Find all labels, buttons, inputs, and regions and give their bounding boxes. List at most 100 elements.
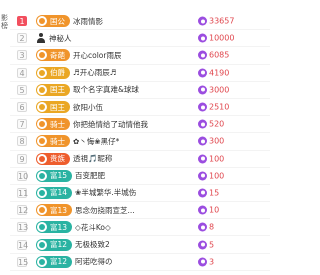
ranking-row[interactable]: 6 国王 欲阳小伍 2510: [10, 99, 270, 117]
score: 33657: [198, 16, 234, 26]
badge-orb-icon: [37, 222, 47, 233]
badge-orb-icon: [37, 170, 47, 181]
badge-orb-icon: [37, 205, 47, 216]
score-value: 520: [209, 119, 225, 129]
score: 100: [198, 171, 225, 181]
user-name[interactable]: 神秘人: [49, 33, 72, 44]
score: 5: [198, 240, 215, 250]
score: 3: [198, 257, 214, 267]
user-name[interactable]: 开心color雨辰: [73, 50, 121, 61]
level-badge: 贵族: [36, 152, 70, 165]
ranking-list: 1 国公 冰雨情影 33657 2 神秘人 10000 3 奇葩 开心color雨辰 6085 4 伯爵…: [10, 13, 270, 271]
score: 4190: [198, 68, 230, 78]
badge-orb-icon: [37, 67, 47, 78]
rank-number: 2: [17, 33, 27, 44]
user-name[interactable]: 你把绝情给了动情他我: [73, 119, 148, 130]
badge-label: 富13: [50, 222, 68, 232]
coin-icon: [198, 33, 207, 43]
ranking-row[interactable]: 11 富14 ❀半城繁华.半城伤 15: [10, 185, 270, 203]
level-badge: 富15: [36, 169, 73, 182]
coin-icon: [198, 188, 207, 198]
score-value: 10000: [209, 33, 235, 43]
score: 3000: [198, 85, 229, 95]
ranking-row[interactable]: 3 奇葩 开心color雨辰 6085: [10, 47, 270, 65]
badge-label: 伯爵: [50, 68, 65, 78]
badge-label: 奇葩: [50, 50, 65, 60]
user-name[interactable]: 无极极致2: [75, 239, 110, 250]
user-name[interactable]: 取个名字真难&球球: [73, 84, 139, 95]
badge-label: 骑士: [50, 119, 65, 129]
score: 520: [198, 119, 225, 129]
user-name[interactable]: ❀半城繁华.半城伤: [75, 187, 136, 198]
ranking-row[interactable]: 4 伯爵 ♬开心雨辰♬ 4190: [10, 65, 270, 82]
badge-label: 国王: [50, 85, 65, 95]
user-name[interactable]: 思念勿挠雨宣芝...: [75, 205, 135, 216]
score: 6085: [198, 50, 229, 60]
user-name[interactable]: ♬开心雨辰♬: [73, 67, 116, 78]
badge-label: 国公: [50, 16, 65, 26]
level-badge: 国公: [36, 15, 70, 28]
level-badge: 富14: [36, 186, 73, 199]
user-name[interactable]: ◇花斗Ko◇: [75, 222, 111, 233]
ranking-side-label: 影 榜: [0, 14, 9, 30]
level-badge: 奇葩: [36, 49, 70, 62]
coin-icon: [198, 50, 207, 60]
user-name[interactable]: ✿丶悔❀黑仔*: [73, 136, 119, 147]
coin-icon: [198, 171, 207, 181]
user-name[interactable]: 百变肥肥: [75, 170, 105, 181]
badge-orb-icon: [37, 119, 47, 130]
rank-number: 1: [17, 16, 27, 27]
ranking-row[interactable]: 14 富12 无极极致2 5: [10, 236, 270, 254]
badge-orb-icon: [37, 136, 47, 147]
score: 2510: [198, 102, 229, 112]
badge-label: 富14: [50, 188, 68, 198]
score-value: 100: [209, 171, 225, 181]
ranking-row[interactable]: 8 骑士 ✿丶悔❀黑仔* 300: [10, 133, 270, 151]
score: 100: [198, 154, 225, 164]
coin-icon: [198, 16, 207, 26]
badge-label: 骑士: [50, 136, 65, 146]
badge-label: 富13: [50, 205, 68, 215]
score: 10000: [198, 33, 235, 43]
score: 15: [198, 188, 220, 198]
score-value: 8: [209, 222, 215, 232]
score-value: 4190: [209, 68, 230, 78]
badge-orb-icon: [37, 84, 47, 95]
badge-orb-icon: [37, 16, 47, 27]
ranking-row[interactable]: 2 神秘人 10000: [10, 30, 270, 48]
level-badge: 富12: [36, 255, 73, 268]
side-label-char: 影: [1, 14, 8, 22]
score-value: 300: [209, 136, 225, 146]
coin-icon: [198, 68, 207, 78]
user-name[interactable]: 透視🎵昵称: [73, 153, 112, 164]
rank-number: 13: [17, 222, 29, 233]
user-name[interactable]: 冰雨情影: [73, 16, 103, 27]
ranking-row[interactable]: 12 富13 思念勿挠雨宣芝... 10: [10, 202, 270, 220]
coin-icon: [198, 240, 207, 250]
user-name[interactable]: 阿诺吃得の: [75, 256, 113, 267]
score-value: 100: [209, 154, 225, 164]
anonymous-user-icon: [36, 33, 46, 44]
badge-label: 贵族: [50, 154, 65, 164]
ranking-row[interactable]: 9 贵族 透視🎵昵称 100: [10, 151, 270, 168]
score-value: 10: [209, 205, 220, 215]
ranking-row[interactable]: 1 国公 冰雨情影 33657: [10, 13, 270, 31]
ranking-row[interactable]: 13 富13 ◇花斗Ko◇ 8: [10, 219, 270, 237]
ranking-row[interactable]: 7 骑士 你把绝情给了动情他我 520: [10, 116, 270, 134]
coin-icon: [198, 154, 207, 164]
user-name[interactable]: 欲阳小伍: [73, 102, 103, 113]
ranking-row[interactable]: 5 国王 取个名字真难&球球 3000: [10, 82, 270, 99]
badge-label: 富12: [50, 240, 68, 250]
coin-icon: [198, 205, 207, 215]
level-badge: 富13: [36, 221, 73, 234]
badge-label: 富12: [50, 257, 68, 267]
coin-icon: [198, 102, 207, 112]
rank-number: 15: [17, 256, 29, 267]
badge-orb-icon: [37, 256, 47, 267]
ranking-row[interactable]: 10 富15 百变肥肥 100: [10, 168, 270, 185]
level-badge: 国王: [36, 101, 70, 114]
level-badge: 富12: [36, 238, 73, 251]
ranking-row[interactable]: 15 富12 阿诺吃得の 3: [10, 254, 270, 271]
score-value: 15: [209, 188, 220, 198]
score-value: 5: [209, 240, 215, 250]
